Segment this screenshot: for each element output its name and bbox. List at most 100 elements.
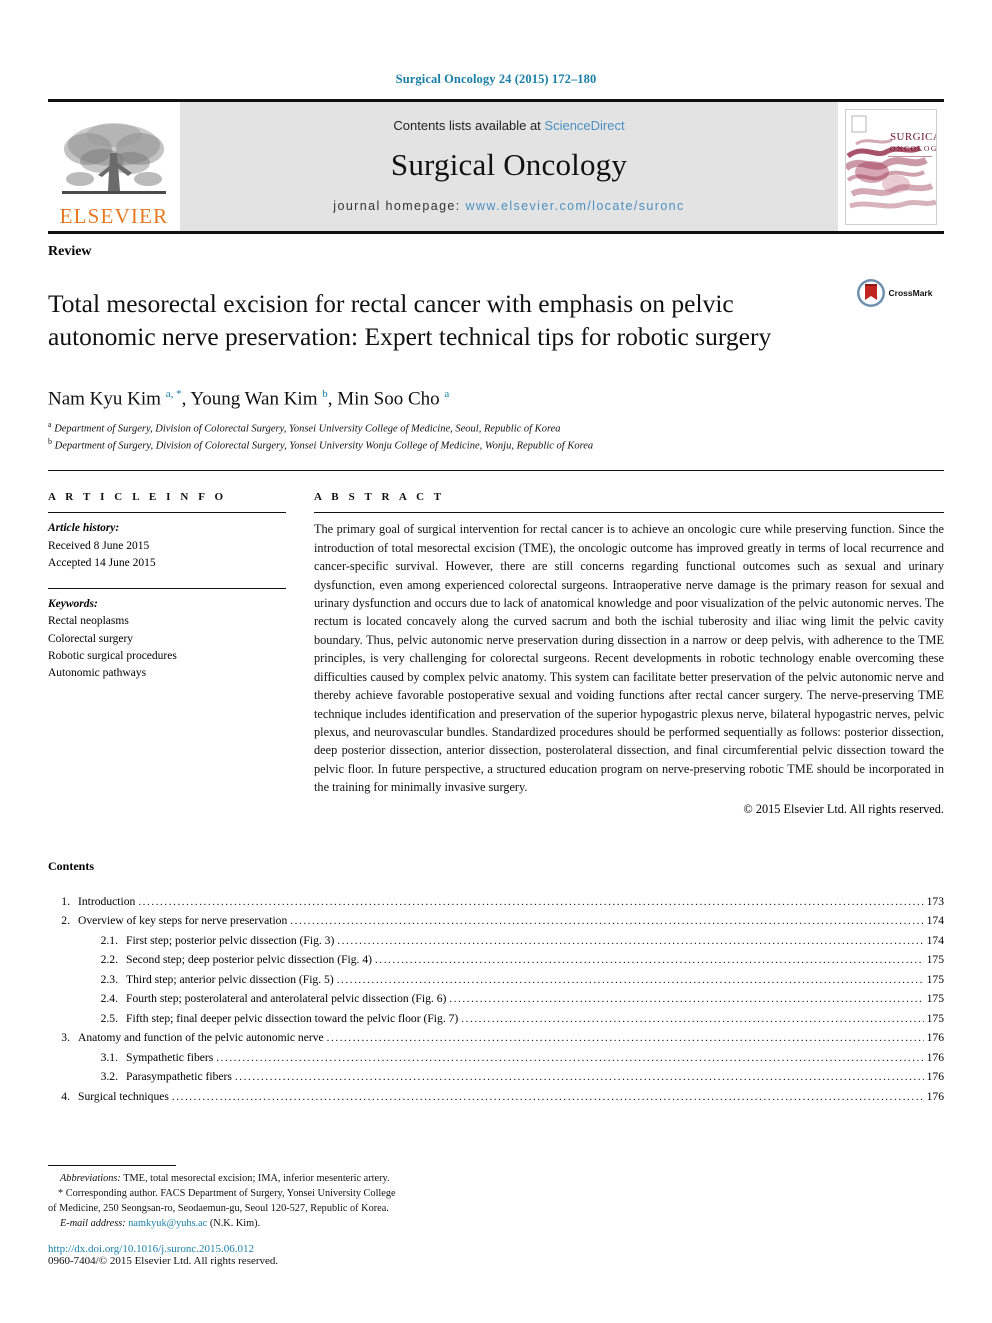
toc-entry-label: Surgical techniques [78,1089,169,1103]
journal-title: Surgical Oncology [390,147,628,182]
toc-entry[interactable]: 3.1. Sympathetic fibers..................… [48,1052,944,1064]
toc-entry-label: Overview of key steps for nerve preserva… [78,914,288,928]
contents-section: Contents 1. Introduction.................… [48,859,944,1103]
toc-entry[interactable]: 2.5. Fifth step; final deeper pelvic diss… [48,1013,944,1025]
corresponding-author-line1: Corresponding author. FACS Department of… [63,1187,396,1199]
journal-homepage-url[interactable]: www.elsevier.com/locate/suronc [466,199,685,213]
article-info-rule [48,512,286,514]
masthead-bottom-rule [48,231,944,234]
affiliation-text-b: Department of Surgery, Division of Color… [54,440,594,452]
toc-entry-label: Sympathetic fibers [126,1050,214,1064]
abstract-body: The primary goal of surgical interventio… [314,522,944,795]
toc-leader-dots: ........................................… [234,1072,924,1084]
toc-entry-page: 176 [926,1031,944,1045]
toc-entry[interactable]: 3.2. Parasympathetic fibers..............… [48,1071,944,1083]
toc-entry-page: 175 [926,972,944,986]
toc-entry-page: 176 [926,1070,944,1084]
elsevier-logo: ELSEVIER [48,102,180,231]
toc-entry-page: 175 [926,1011,944,1025]
toc-entry-label: Anatomy and function of the pelvic auton… [78,1031,324,1045]
toc-entry[interactable]: 2.1. First step; posterior pelvic dissect… [48,935,944,947]
journal-homepage-line: journal homepage: www.elsevier.com/locat… [333,199,684,213]
contents-available-text: Contents lists available at [393,118,545,133]
issn-copyright-line: 0960-7404/© 2015 Elsevier Ltd. All right… [48,1255,279,1267]
toc-entry-number: 2.2. [100,953,118,967]
article-info-column: A R T I C L E I N F O Article history: R… [48,491,286,817]
email-address[interactable]: namkyuk@yuhs.ac [128,1218,207,1229]
abbreviations-text: TME, total mesorectal excision; IMA, inf… [120,1172,390,1184]
toc-entry-label: Introduction [78,894,136,908]
toc-leader-dots: ........................................… [461,1013,924,1025]
masthead-center: Contents lists available at ScienceDirec… [180,102,838,231]
email-label: E-mail address: [60,1217,126,1229]
abstract-column: A B S T R A C T The primary goal of surg… [314,491,944,817]
author-list: Nam Kyu Kim a, *, Young Wan Kim b, Min S… [48,388,450,410]
sciencedirect-link[interactable]: ScienceDirect [544,118,624,133]
toc-entry[interactable]: 2.2. Second step; deep posterior pelvic d… [48,954,944,966]
toc-entry-number: 3.2. [100,1070,118,1084]
toc-entry-number: 2.1. [100,933,118,947]
crossmark-icon [856,279,885,307]
affiliation-a: a Department of Surgery, Division of Col… [48,419,944,437]
toc-entry[interactable]: 4. Surgical techniques...................… [48,1091,944,1103]
toc-entry-number: 2.3. [100,972,118,986]
footnote-block: Abbreviations: TME, total mesorectal exc… [48,1164,478,1267]
running-head: Surgical Oncology 24 (2015) 172–180 [395,72,597,86]
journal-homepage-label: journal homepage: [333,199,466,213]
crossmark-badge[interactable]: CrossMark [844,270,944,308]
toc-entry-number: 4. [61,1089,70,1103]
svg-text:ONCOLOGY: ONCOLOGY [890,144,936,153]
keywords-block: Keywords: Rectal neoplasms Colorectal su… [48,596,286,683]
toc-entry-label: Second step; deep posterior pelvic disse… [126,953,372,967]
journal-article-page: Surgical Oncology 24 (2015) 172–180 ELSE… [0,0,992,1323]
abbreviations-label: Abbreviations: [60,1172,121,1184]
journal-masthead: ELSEVIER Contents lists available at Sci… [48,99,944,231]
toc-entry-page: 175 [926,992,944,1006]
article-section-type: Review [48,244,92,259]
toc-entry[interactable]: 1. Introduction..........................… [48,896,944,908]
toc-entry-label: Fourth step; posterolateral and anterola… [126,992,447,1006]
svg-text:SURGICAL: SURGICAL [890,131,936,143]
affiliation-mark-b: b [48,437,52,447]
toc-entry[interactable]: 2.3. Third step; anterior pelvic dissecti… [48,974,944,986]
affiliation-b: b Department of Surgery, Division of Col… [48,436,944,454]
affiliation-mark-a: a [48,419,52,429]
toc-entry-number: 2.4. [100,992,118,1006]
toc-entry[interactable]: 3. Anatomy and function of the pelvic aut… [48,1032,944,1044]
toc-leader-dots: ........................................… [138,896,923,908]
keyword-item: Autonomic pathways [48,667,147,680]
corresponding-author-marker: * [58,1187,64,1199]
keyword-item: Colorectal surgery [48,632,134,645]
toc-leader-dots: ........................................… [171,1091,924,1103]
abstract-heading: A B S T R A C T [314,491,445,504]
article-history-accepted: Accepted 14 June 2015 [48,557,156,570]
abstract-copyright: © 2015 Elsevier Ltd. All rights reserved… [743,801,944,816]
article-history-received: Received 8 June 2015 [48,539,150,552]
toc-entry-number: 3. [61,1031,70,1045]
toc-entry[interactable]: 2.4. Fourth step; posterolateral and ante… [48,993,944,1005]
footnote-rule [48,1164,176,1166]
title-row: Total mesorectal excision for rectal can… [48,270,944,370]
toc-entry-label: Third step; anterior pelvic dissection (… [126,972,334,986]
cover-image: SURGICAL ONCOLOGY [845,108,937,225]
toc-leader-dots: ........................................… [216,1052,924,1064]
corresponding-author-note: * Corresponding author. FACS Department … [48,1186,478,1201]
elsevier-wordmark: ELSEVIER [59,204,169,228]
toc-entry[interactable]: 2. Overview of key steps for nerve preser… [48,915,944,927]
cover-artwork-icon: SURGICAL ONCOLOGY [846,109,936,224]
toc-leader-dots: ........................................… [326,1033,924,1045]
corresponding-author-line2-row: of Medicine, 250 Seongsan-ro, Seodaemun-… [48,1201,478,1216]
toc-entry-label: First step; posterior pelvic dissection … [126,933,335,947]
affiliation-text-a: Department of Surgery, Division of Color… [54,423,561,435]
abstract-top-rule [48,470,944,472]
toc-entry-label: Parasympathetic fibers [126,1070,232,1084]
toc-leader-dots: ........................................… [336,974,924,986]
toc-entry-number: 2. [61,914,70,928]
doi-url[interactable]: http://dx.doi.org/10.1016/j.suronc.2015.… [48,1243,478,1255]
affiliation-list: a Department of Surgery, Division of Col… [48,419,944,454]
toc-entry-label: Fifth step; final deeper pelvic dissecti… [126,1011,459,1025]
abstract-rule [314,512,944,514]
email-note: E-mail address: namkyuk@yuhs.ac (N.K. Ki… [48,1216,478,1231]
toc-leader-dots: ........................................… [449,994,924,1006]
toc-entry-page: 176 [926,1089,944,1103]
